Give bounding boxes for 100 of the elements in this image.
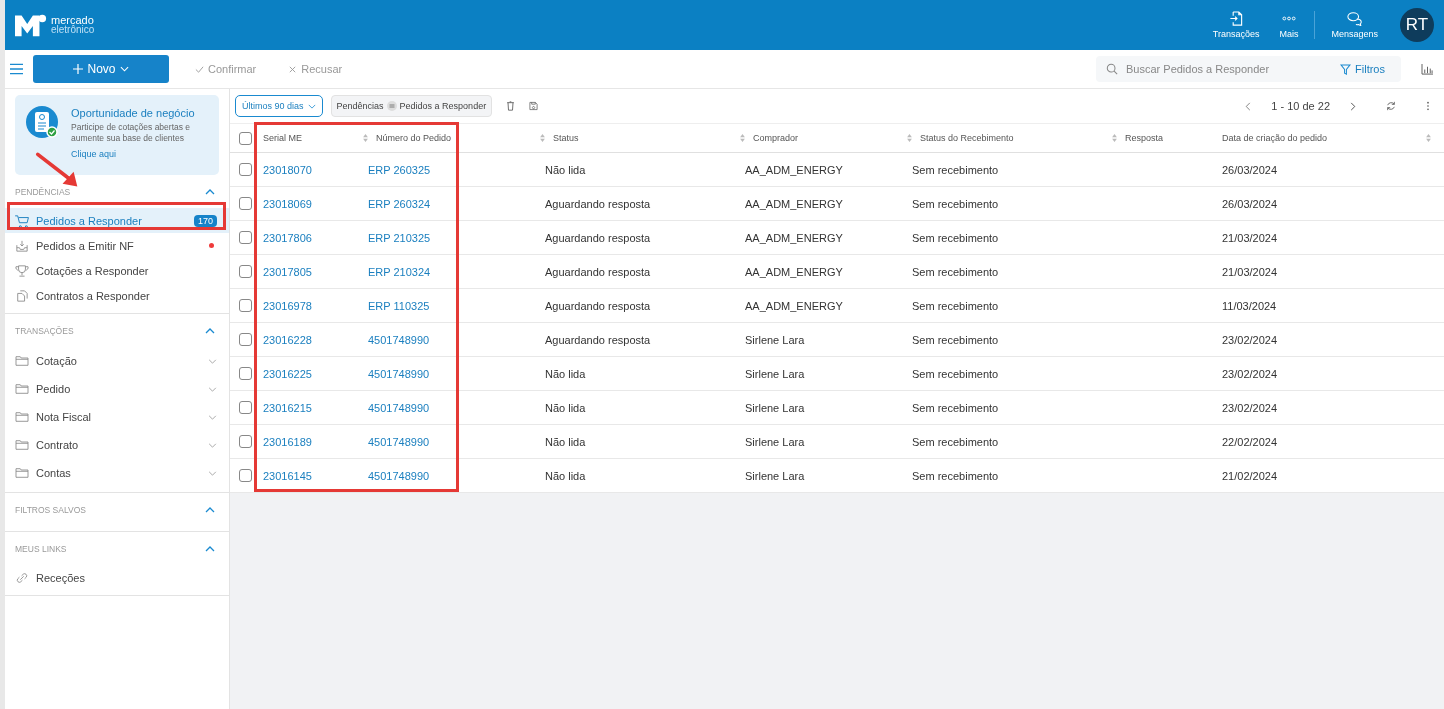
order-link[interactable]: 23017806 — [263, 231, 312, 244]
collapse-icon[interactable] — [205, 327, 215, 334]
refresh-icon[interactable] — [1386, 101, 1396, 111]
table-cell: 23/02/2024 — [1222, 333, 1278, 346]
collapse-icon[interactable] — [205, 545, 215, 552]
new-button[interactable]: Novo — [33, 55, 169, 83]
reject-button[interactable]: Recusar — [282, 62, 349, 76]
table-cell: 11/03/2024 — [1222, 299, 1277, 312]
select-all-checkbox[interactable] — [239, 131, 252, 145]
collapse-icon[interactable] — [205, 506, 215, 513]
order-link[interactable]: 4501748990 — [368, 333, 430, 346]
table-cell: Sem recebimento — [912, 469, 999, 482]
column-header[interactable]: Status — [553, 133, 579, 143]
column-header[interactable]: Resposta — [1125, 133, 1164, 143]
order-link[interactable]: 23016145 — [263, 469, 312, 482]
table-cell: Aguardando resposta — [545, 197, 651, 210]
table-cell: Sem recebimento — [912, 231, 999, 244]
column-header[interactable]: Comprador — [753, 133, 799, 143]
section-title: PENDÊNCIAS — [15, 186, 71, 197]
sidebar-item[interactable]: Nota Fiscal — [5, 403, 229, 431]
table-cell: Sirlene Lara — [745, 333, 805, 346]
filters-button[interactable]: Filtros — [1334, 62, 1391, 76]
order-link[interactable]: 23016225 — [263, 367, 312, 380]
sidebar-item[interactable]: Receções — [5, 565, 229, 590]
table-cell: Sirlene Lara — [745, 401, 805, 414]
sort-icon[interactable] — [740, 134, 745, 142]
column-header[interactable]: Número do Pedido — [376, 133, 452, 143]
order-link[interactable]: 4501748990 — [368, 435, 430, 448]
sidebar-item[interactable]: Contas — [5, 459, 229, 487]
sidebar-item[interactable]: Pedido — [5, 375, 229, 403]
row-checkbox[interactable] — [239, 367, 252, 380]
order-link[interactable]: ERP 210324 — [368, 265, 431, 278]
save-icon[interactable] — [529, 101, 539, 111]
row-checkbox[interactable] — [239, 197, 252, 210]
period-dropdown[interactable]: Últimos 90 dias — [235, 95, 323, 117]
order-link[interactable]: 23016978 — [263, 299, 312, 312]
sidebar-item[interactable]: Contratos a Responder — [5, 283, 229, 308]
table-cell: Sem recebimento — [912, 197, 999, 210]
search-field[interactable]: Buscar Pedidos a Responder Filtros — [1096, 56, 1401, 82]
table-cell: Não lida — [545, 163, 586, 176]
order-link[interactable]: 23016189 — [263, 435, 312, 448]
order-link[interactable]: ERP 210325 — [368, 231, 431, 244]
table-cell: 23/02/2024 — [1222, 367, 1278, 380]
order-link[interactable]: ERP 110325 — [368, 299, 430, 312]
order-link[interactable]: 23017805 — [263, 265, 312, 278]
user-avatar[interactable]: RT — [1400, 8, 1434, 42]
menu-icon[interactable] — [10, 63, 23, 75]
header-action[interactable]: Mais — [1269, 11, 1309, 39]
previous-page-icon[interactable] — [1245, 101, 1252, 111]
sidebar-item[interactable]: Cotação — [5, 347, 229, 375]
order-link[interactable]: 23016228 — [263, 333, 312, 346]
row-checkbox[interactable] — [239, 401, 252, 414]
column-header[interactable]: Data de criação do pedido — [1222, 133, 1328, 143]
link-icon — [15, 571, 29, 584]
sort-icon[interactable] — [363, 134, 368, 142]
sort-icon[interactable] — [540, 134, 545, 142]
column-header[interactable]: Serial ME — [263, 133, 302, 143]
row-checkbox[interactable] — [239, 231, 252, 244]
table-cell: 23/02/2024 — [1222, 401, 1278, 414]
order-link[interactable]: 23018069 — [263, 197, 312, 210]
order-link[interactable]: 4501748990 — [368, 469, 430, 482]
row-checkbox[interactable] — [239, 299, 252, 312]
folder-icon — [15, 467, 29, 479]
trophy-icon — [15, 264, 29, 277]
table-cell: Sem recebimento — [912, 435, 999, 448]
equals-icon — [386, 101, 397, 111]
column-header[interactable]: Status do Recebimento — [920, 133, 1014, 143]
promo-link[interactable]: Clique aqui — [71, 149, 211, 159]
more-icon[interactable] — [1426, 101, 1430, 111]
order-link[interactable]: ERP 260325 — [368, 163, 431, 176]
sidebar-item[interactable]: Contrato — [5, 431, 229, 459]
confirm-button[interactable]: Confirmar — [189, 62, 263, 76]
sidebar-item[interactable]: Pedidos a Emitir NF — [5, 233, 229, 258]
trash-icon[interactable] — [506, 101, 516, 111]
bar-chart-icon[interactable] — [1421, 63, 1434, 75]
row-checkbox[interactable] — [239, 265, 252, 278]
folder-icon — [15, 439, 29, 451]
promo-text: Participe de cotações abertas e aumente sua base de clientes — [71, 122, 192, 144]
pagination-label: 1 - 10 de 22 — [1271, 100, 1330, 112]
header-action[interactable]: Transações — [1202, 11, 1270, 39]
header-action[interactable]: Mensagens — [1321, 11, 1388, 39]
sort-icon[interactable] — [1112, 134, 1117, 142]
next-page-icon[interactable] — [1350, 101, 1356, 111]
filter-chip[interactable]: Pendências Pedidos a Responder — [330, 95, 493, 117]
order-link[interactable]: 4501748990 — [368, 367, 430, 380]
section-title: TRANSAÇÕES — [15, 325, 74, 336]
row-checkbox[interactable] — [239, 333, 252, 346]
table-cell: Não lida — [545, 469, 586, 482]
collapse-icon[interactable] — [205, 188, 215, 195]
sidebar-item[interactable]: Cotações a Responder — [5, 258, 229, 283]
order-link[interactable]: 23016215 — [263, 401, 312, 414]
order-link[interactable]: 23018070 — [263, 163, 312, 176]
sort-icon[interactable] — [1426, 134, 1431, 142]
row-checkbox[interactable] — [239, 469, 252, 482]
row-checkbox[interactable] — [239, 163, 252, 176]
order-link[interactable]: 4501748990 — [368, 401, 430, 414]
cart-icon — [15, 214, 29, 227]
sort-icon[interactable] — [907, 134, 912, 142]
row-checkbox[interactable] — [239, 435, 252, 448]
order-link[interactable]: ERP 260324 — [368, 197, 431, 210]
